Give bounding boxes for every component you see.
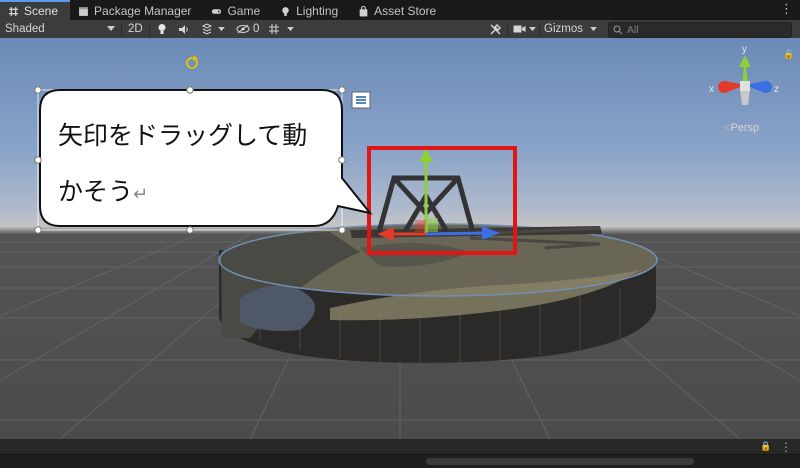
axis-label-x[interactable]: x bbox=[709, 84, 714, 95]
shading-mode-label: Shaded bbox=[5, 23, 45, 35]
gizmos-label: Gizmos bbox=[544, 23, 583, 35]
tools-button[interactable] bbox=[489, 20, 502, 38]
effects-dropdown[interactable] bbox=[201, 20, 225, 38]
lock-icon[interactable]: 🔒 bbox=[783, 50, 794, 60]
bulb-icon bbox=[282, 6, 289, 16]
scene-visibility-toggle[interactable]: 0 bbox=[236, 20, 259, 38]
eye-slash-icon bbox=[236, 24, 250, 34]
return-mark: ↵ bbox=[133, 184, 149, 205]
tab-label: Lighting bbox=[296, 4, 339, 18]
more-options-icon[interactable]: ⋮ bbox=[780, 440, 792, 454]
toolbar-divider bbox=[507, 22, 508, 36]
bulb-icon bbox=[158, 24, 166, 34]
search-placeholder: All bbox=[627, 24, 639, 36]
toggle-2d-button[interactable]: 2D bbox=[128, 20, 143, 38]
camera-icon bbox=[513, 25, 526, 33]
projection-label: Persp bbox=[730, 122, 760, 134]
tab-lighting[interactable]: Lighting bbox=[272, 2, 350, 20]
tab-label: Game bbox=[227, 4, 261, 18]
callout-line-2: かそう↵ bbox=[58, 172, 148, 208]
dropdown-arrow-icon bbox=[590, 26, 597, 31]
more-options-icon[interactable]: ⋮ bbox=[780, 2, 793, 17]
bag-icon bbox=[359, 5, 368, 16]
layout-options-icon bbox=[351, 91, 371, 109]
rotate-handle-icon bbox=[186, 55, 198, 69]
horizontal-scrollbar[interactable]: 🔒 ⋮ bbox=[0, 440, 800, 468]
lighting-toggle[interactable] bbox=[157, 20, 167, 38]
tab-label: Asset Store bbox=[374, 4, 437, 18]
camera-settings-dropdown[interactable] bbox=[513, 20, 536, 38]
dropdown-arrow-icon bbox=[218, 26, 225, 31]
tools-icon bbox=[490, 23, 501, 34]
callout-line-1: 矢印をドラッグして動 bbox=[58, 121, 308, 150]
scene-viewport[interactable]: 矢印をドラッグして動 かそう↵ x y z <Persp 🔒 bbox=[0, 38, 800, 439]
lock-icon[interactable]: 🔒 bbox=[760, 442, 771, 452]
tab-scene[interactable]: Scene bbox=[0, 0, 71, 20]
axis-label-y[interactable]: y bbox=[742, 44, 747, 55]
dropdown-arrow-icon bbox=[529, 26, 536, 31]
tab-game[interactable]: Game bbox=[203, 2, 272, 20]
shading-mode-dropdown[interactable]: Shaded bbox=[5, 20, 117, 38]
toolbar-divider bbox=[539, 22, 540, 36]
search-input[interactable]: All bbox=[608, 22, 792, 38]
tab-package-manager[interactable]: Package Manager bbox=[70, 2, 203, 20]
axis-label-z[interactable]: z bbox=[774, 84, 779, 95]
tab-label: Scene bbox=[24, 4, 59, 18]
gizmos-dropdown[interactable] bbox=[590, 20, 597, 38]
grid-icon bbox=[9, 6, 18, 16]
audio-toggle[interactable] bbox=[178, 20, 190, 38]
grid-icon bbox=[269, 24, 279, 34]
search-icon bbox=[613, 25, 623, 35]
effects-icon bbox=[201, 23, 213, 35]
mode-2d-label: 2D bbox=[128, 23, 143, 35]
dropdown-arrow-icon bbox=[287, 26, 294, 31]
package-icon bbox=[79, 6, 88, 16]
orientation-gizmo bbox=[718, 55, 772, 105]
grid-visibility-toggle[interactable] bbox=[268, 20, 280, 38]
toolbar-divider bbox=[149, 22, 150, 36]
window-tab-bar: Scene Package Manager Game Lighting Asse… bbox=[0, 0, 800, 20]
scene-toolbar: Shaded 2D 0 Gizmos All bbox=[0, 20, 800, 39]
scene-render bbox=[0, 55, 800, 439]
speaker-icon bbox=[179, 24, 188, 34]
gamepad-icon bbox=[212, 8, 222, 14]
dropdown-arrow-icon bbox=[107, 26, 115, 31]
toolbar-divider bbox=[121, 22, 122, 36]
projection-toggle[interactable]: <Persp bbox=[724, 122, 759, 134]
grid-settings-dropdown[interactable] bbox=[287, 20, 294, 38]
scrollbar-thumb[interactable] bbox=[426, 458, 694, 465]
gizmos-toggle[interactable]: Gizmos bbox=[544, 20, 583, 38]
tab-asset-store[interactable]: Asset Store bbox=[350, 2, 448, 20]
callout-line-2-text: かそう bbox=[58, 177, 134, 206]
hidden-count: 0 bbox=[253, 23, 260, 35]
tab-label: Package Manager bbox=[94, 4, 192, 18]
